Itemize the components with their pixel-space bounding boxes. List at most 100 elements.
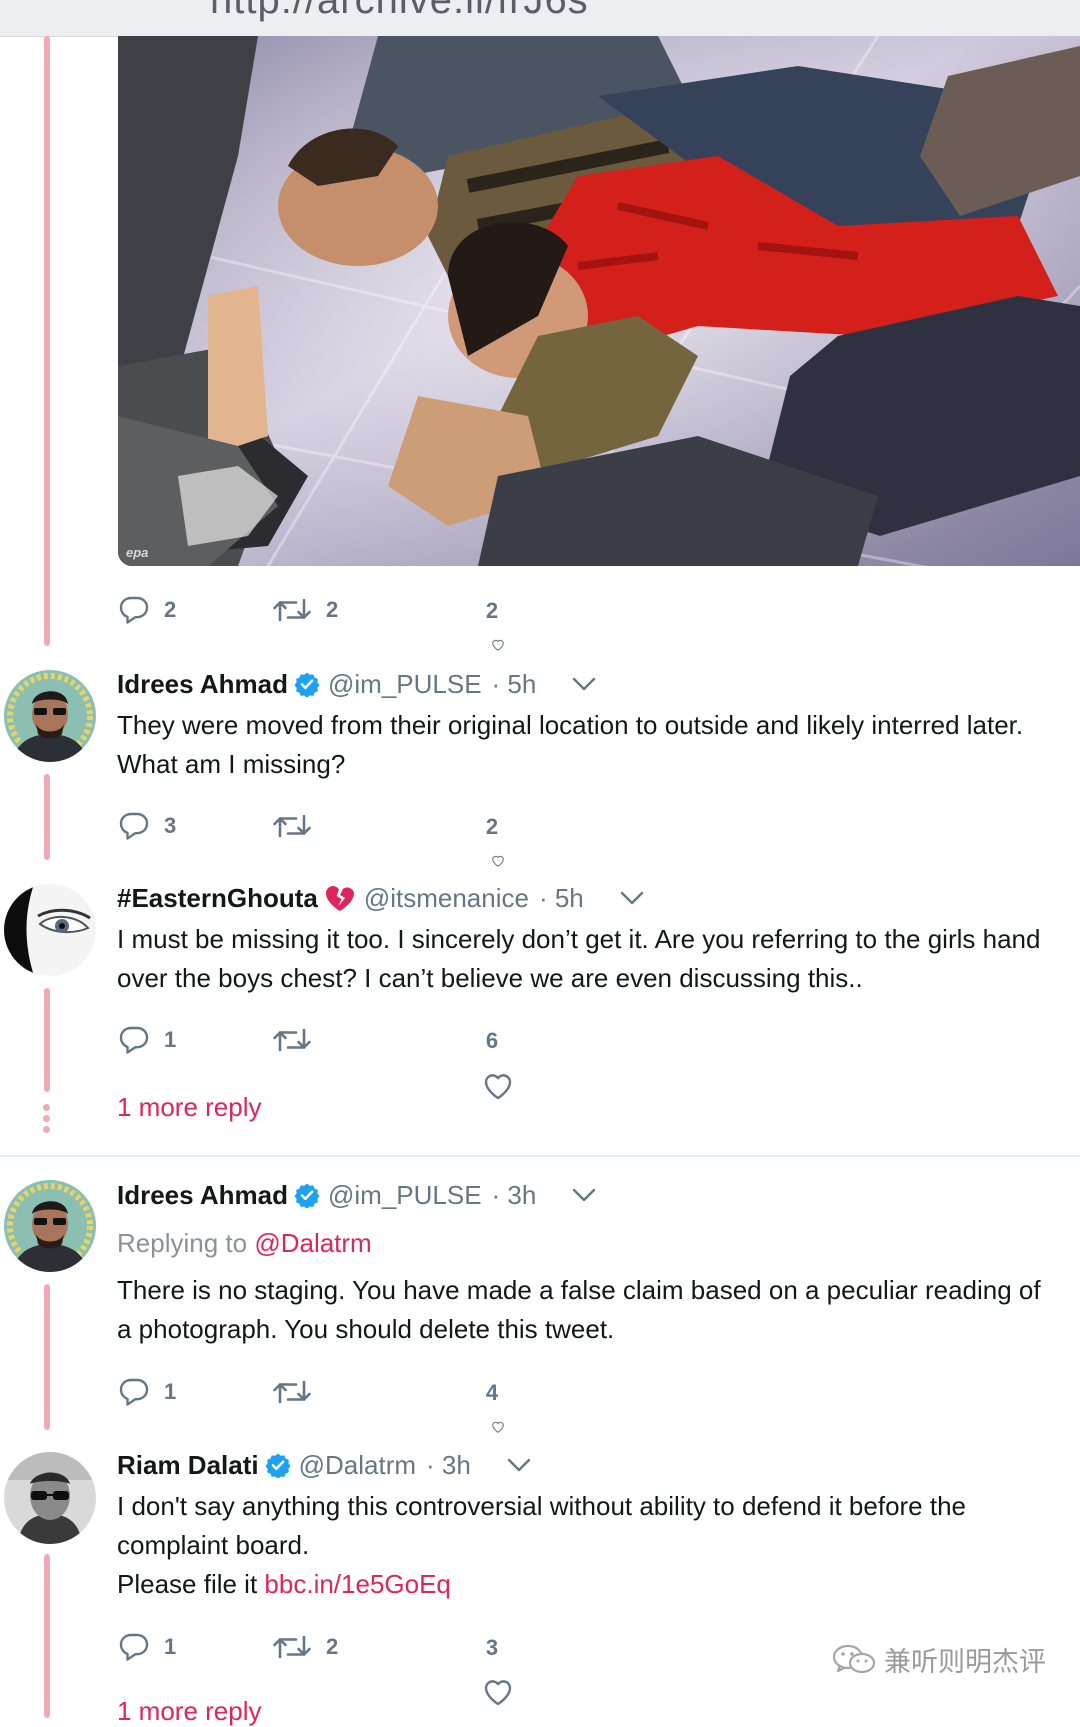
link-prefix: Please file it [117,1569,258,1599]
tweet-text-line: Please file it bbc.in/1e5GoEq [117,1565,966,1604]
user-handle[interactable]: @im_PULSE [328,669,482,700]
chevron-down-icon[interactable] [507,1457,531,1473]
avatar[interactable] [4,1452,96,1544]
retweet-button[interactable]: 2 [272,590,338,630]
tweet-text-line: There is no staging. You have made a fal… [117,1275,1041,1305]
tweet-text-line: They were moved from their original loca… [117,710,1024,740]
tweet-actions: 1 2 3 [118,1627,538,1667]
tweet-link[interactable]: bbc.in/1e5GoEq [264,1569,450,1599]
tweet-text: I don't say anything this controversial … [117,1487,966,1604]
thread-line [44,36,50,646]
broken-heart-icon [324,883,356,913]
tweet-text-line: a photograph. You should delete this twe… [117,1314,615,1344]
thread-line [44,1554,50,1718]
user-handle[interactable]: @Dalatrm [299,1450,416,1481]
thread-line [44,1284,50,1430]
tweet-actions: 2 2 2 [118,590,538,630]
retweet-icon [272,1631,312,1663]
verified-badge-icon [265,1452,291,1478]
timestamp[interactable]: · 3h [426,1450,471,1481]
wechat-watermark: 兼听则明杰评 [832,1640,1046,1679]
tweet-header: Riam Dalati @Dalatrm · 3h [117,1448,531,1482]
verified-badge-icon [294,671,320,697]
reply-button[interactable]: 1 [118,1372,176,1412]
tweet-header: Idrees Ahmad @im_PULSE · 3h [117,1178,596,1212]
tweet-actions: 1 6 [118,1020,538,1060]
display-name[interactable]: Idrees Ahmad [117,1180,288,1211]
watermark-text: 兼听则明杰评 [884,1647,1046,1677]
display-name[interactable]: Idrees Ahmad [117,669,288,700]
like-count: 3 [485,1635,499,1660]
chevron-down-icon[interactable] [572,676,596,692]
display-name[interactable]: #EasternGhouta [117,883,318,914]
chevron-down-icon[interactable] [572,1187,596,1203]
reply-icon [118,1631,150,1663]
retweet-icon [272,594,312,626]
like-count: 2 [485,814,499,839]
avatar[interactable] [4,670,96,762]
reply-button[interactable]: 3 [118,806,176,846]
wechat-icon [832,1644,876,1673]
timestamp[interactable]: · 5h [539,883,584,914]
like-count: 4 [485,1380,499,1405]
retweet-button[interactable]: 2 [272,1627,338,1667]
chevron-down-icon[interactable] [620,890,644,906]
avatar[interactable] [4,1180,96,1272]
retweet-button[interactable] [272,1372,312,1412]
heart-icon[interactable] [482,854,514,868]
tweet-text-line: What am I missing? [117,749,346,779]
tweet-photo[interactable]: epa [118,36,1080,566]
tweet-actions: 1 4 [118,1372,538,1412]
photo-watermark: epa [126,545,149,560]
verified-badge-icon [294,1182,320,1208]
thread-line [44,988,50,1092]
avatar-image [4,884,96,976]
tweet-text-line: I don't say anything this controversial … [117,1491,967,1521]
retweet-icon [272,1024,312,1056]
retweet-button[interactable] [272,1020,312,1060]
thread-line [44,774,50,860]
tweet-text: There is no staging. You have made a fal… [117,1271,1041,1349]
reply-count: 1 [164,1027,177,1052]
retweet-icon [272,810,312,842]
user-handle[interactable]: @itsmenanice [364,883,529,914]
reply-icon [118,1376,150,1408]
url-text: http://archive.li/frJ6s [210,0,589,22]
replying-to: Replying to @Dalatrm [117,1228,372,1259]
reply-button[interactable]: 2 [118,590,176,630]
display-name[interactable]: Riam Dalati [117,1450,259,1481]
tweet-text: I must be missing it too. I sincerely do… [117,920,1040,998]
tweet-text-line: I must be missing it too. I sincerely do… [117,924,1041,954]
reply-count: 1 [164,1379,177,1404]
heart-icon[interactable] [482,638,514,652]
user-handle[interactable]: @im_PULSE [328,1180,482,1211]
reply-button[interactable]: 1 [118,1627,176,1667]
reply-count: 2 [164,597,177,622]
heart-icon[interactable] [482,1070,514,1102]
avatar-image [4,1452,96,1544]
heart-icon[interactable] [482,1676,514,1708]
reply-icon [118,810,150,842]
avatar-image [4,670,96,762]
reply-icon [118,594,150,626]
conversation-divider [0,1155,1080,1157]
more-replies-link[interactable]: 1 more reply [117,1092,262,1123]
tweet-text: They were moved from their original loca… [117,706,1023,784]
timestamp[interactable]: · 5h [492,669,537,700]
avatar-image [4,1180,96,1272]
replying-to-label: Replying to [117,1228,248,1258]
retweet-count: 2 [326,1634,339,1659]
photo-illustration [118,36,1080,566]
thread-gap-dots [43,1104,51,1137]
more-replies-link[interactable]: 1 more reply [117,1696,262,1727]
retweet-button[interactable] [272,806,312,846]
browser-address-bar[interactable]: http://archive.li/frJ6s [0,0,1080,37]
replying-to-mention[interactable]: @Dalatrm [254,1228,371,1258]
reply-count: 1 [164,1634,177,1659]
reply-button[interactable]: 1 [118,1020,176,1060]
heart-icon[interactable] [482,1420,514,1434]
like-count: 6 [485,1028,499,1053]
timestamp[interactable]: · 3h [492,1180,537,1211]
tweet-text-line: complaint board. [117,1530,310,1560]
avatar[interactable] [4,884,96,976]
